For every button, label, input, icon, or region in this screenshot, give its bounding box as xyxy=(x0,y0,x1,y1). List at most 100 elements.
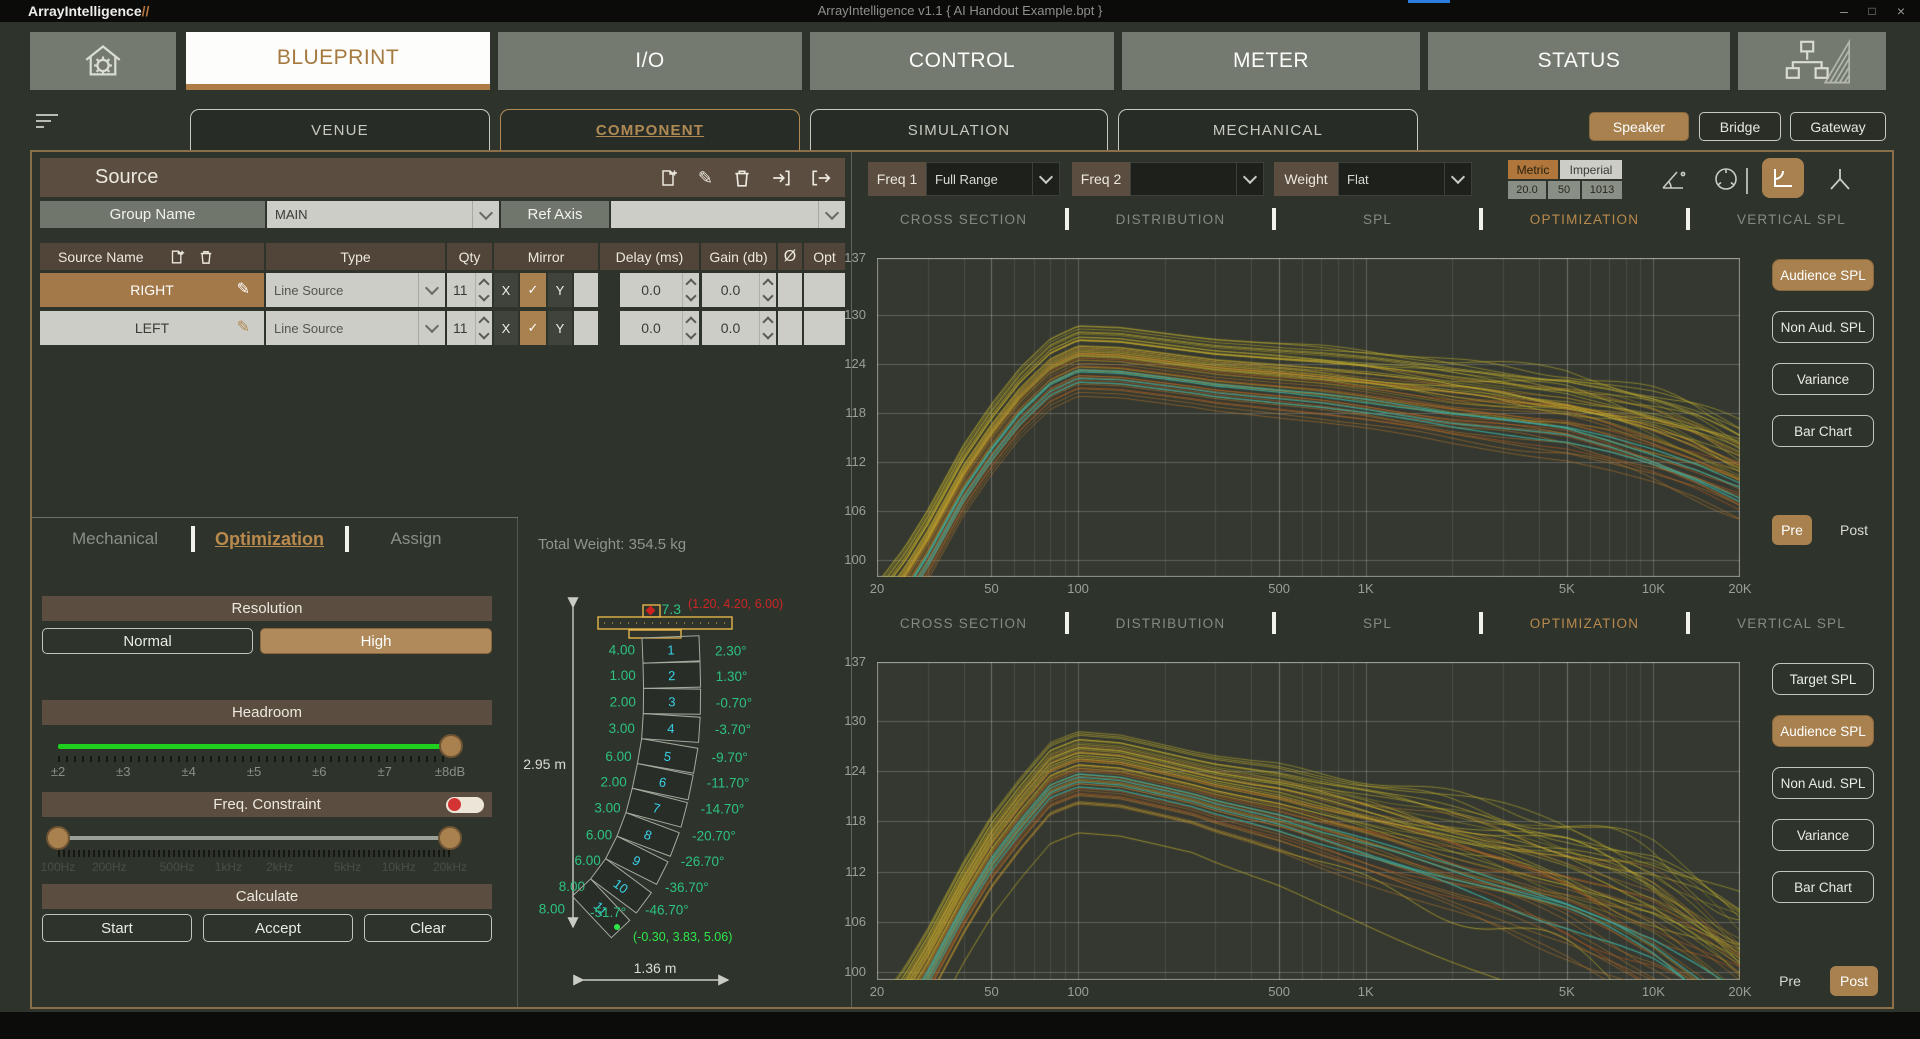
post-button[interactable]: Post xyxy=(1830,966,1878,996)
delay-field[interactable]: 0.0 xyxy=(620,273,699,307)
pre-button[interactable]: Pre xyxy=(1772,515,1812,545)
chart-tab-vertical-spl[interactable]: VERTICAL SPL xyxy=(1690,212,1893,227)
spl-chart-post[interactable] xyxy=(877,662,1740,980)
chart-tab-optimization[interactable]: OPTIMIZATION xyxy=(1483,212,1686,227)
subtab-mechanical[interactable]: MECHANICAL xyxy=(1118,109,1418,150)
export-icon[interactable] xyxy=(771,168,791,188)
tab-mechanical[interactable]: Mechanical xyxy=(50,524,180,554)
chart-tab-distribution[interactable]: DISTRIBUTION xyxy=(1069,616,1272,631)
imperial-button[interactable]: Imperial xyxy=(1560,160,1622,179)
mirror-y-checkbox[interactable] xyxy=(574,273,598,307)
protractor-icon[interactable] xyxy=(1657,164,1691,194)
headroom-slider-track[interactable] xyxy=(58,744,450,749)
humidity-value[interactable]: 50 xyxy=(1548,181,1580,199)
minimize-button[interactable]: – xyxy=(1832,0,1856,22)
ref-axis-dropdown[interactable] xyxy=(611,201,845,228)
chart-tab-spl[interactable]: SPL xyxy=(1276,616,1479,631)
gauge-icon[interactable] xyxy=(1709,164,1743,194)
phase-cell[interactable] xyxy=(778,311,802,345)
import-icon[interactable] xyxy=(811,168,831,188)
trash-icon[interactable] xyxy=(733,168,751,188)
freq-range-handle-high[interactable] xyxy=(438,826,462,850)
clear-button[interactable]: Clear xyxy=(364,914,492,942)
non-aud-spl-button[interactable]: Non Aud. SPL xyxy=(1772,311,1874,343)
type-dropdown[interactable]: Line Source xyxy=(266,311,445,345)
maximize-button[interactable]: □ xyxy=(1860,0,1884,22)
variance-button[interactable]: Variance xyxy=(1772,363,1874,395)
freq1-dropdown[interactable]: Full Range xyxy=(926,162,1060,196)
audience-spl-button[interactable]: Audience SPL xyxy=(1772,259,1874,291)
post-button[interactable]: Post xyxy=(1830,515,1878,545)
chart-tab-cross-section[interactable]: CROSS SECTION xyxy=(862,212,1065,227)
subtab-simulation[interactable]: SIMULATION xyxy=(810,109,1108,150)
table-row-source-name[interactable]: RIGHT ✎ xyxy=(40,273,264,307)
pressure-value[interactable]: 1013 xyxy=(1582,181,1622,199)
gain-field[interactable]: 0.0 xyxy=(702,311,776,345)
freq-range-track[interactable] xyxy=(58,836,450,840)
freq-constraint-toggle[interactable] xyxy=(446,797,484,813)
gateway-button[interactable]: Gateway xyxy=(1790,112,1886,141)
stepper-arrows[interactable] xyxy=(475,273,492,307)
speaker-button[interactable]: Speaker xyxy=(1589,112,1689,141)
stepper-arrows[interactable] xyxy=(759,311,776,345)
delay-field[interactable]: 0.0 xyxy=(620,311,699,345)
mirror-x-checkbox[interactable]: ✓ xyxy=(520,311,546,345)
bar-chart-button[interactable]: Bar Chart xyxy=(1772,415,1874,447)
tab-meter[interactable]: METER xyxy=(1122,32,1420,90)
stepper-arrows[interactable] xyxy=(682,273,699,307)
type-dropdown[interactable]: Line Source xyxy=(266,273,445,307)
tab-status[interactable]: STATUS xyxy=(1428,32,1730,90)
qty-stepper[interactable]: 11 xyxy=(447,273,492,307)
mirror-x-checkbox[interactable]: ✓ xyxy=(520,273,546,307)
start-button[interactable]: Start xyxy=(42,914,192,942)
trash-icon[interactable] xyxy=(199,249,213,265)
subtab-component[interactable]: COMPONENT xyxy=(500,109,800,150)
pre-button[interactable]: Pre xyxy=(1768,966,1812,996)
stepper-arrows[interactable] xyxy=(475,311,492,345)
home-settings-button[interactable] xyxy=(30,32,176,90)
stepper-arrows[interactable] xyxy=(759,273,776,307)
chart-tab-optimization[interactable]: OPTIMIZATION xyxy=(1483,616,1686,631)
tab-optimization[interactable]: Optimization xyxy=(202,524,337,554)
chart-tab-distribution[interactable]: DISTRIBUTION xyxy=(1069,212,1272,227)
gain-field[interactable]: 0.0 xyxy=(702,273,776,307)
accept-button[interactable]: Accept xyxy=(203,914,353,942)
pencil-icon[interactable]: ✎ xyxy=(237,320,250,336)
freq-range-handle-low[interactable] xyxy=(46,826,70,850)
resolution-normal-button[interactable]: Normal xyxy=(42,628,253,654)
metric-button[interactable]: Metric xyxy=(1508,160,1558,179)
stepper-arrows[interactable] xyxy=(682,311,699,345)
tab-control[interactable]: CONTROL xyxy=(810,32,1114,90)
table-row-source-name[interactable]: LEFT ✎ xyxy=(40,311,264,345)
file-plus-icon[interactable] xyxy=(170,249,185,265)
group-name-dropdown[interactable]: MAIN xyxy=(267,201,499,228)
bridge-button[interactable]: Bridge xyxy=(1699,112,1781,141)
tab-blueprint[interactable]: BLUEPRINT xyxy=(186,32,490,90)
tripod-icon[interactable] xyxy=(1822,164,1858,194)
network-button[interactable] xyxy=(1738,32,1886,90)
mirror-y-checkbox[interactable] xyxy=(574,311,598,345)
chart-tab-cross-section[interactable]: CROSS SECTION xyxy=(862,616,1065,631)
axis-corner-icon[interactable] xyxy=(1762,158,1804,198)
audience-spl-button[interactable]: Audience SPL xyxy=(1772,715,1874,747)
bar-chart-button[interactable]: Bar Chart xyxy=(1772,871,1874,903)
phase-cell[interactable] xyxy=(778,273,802,307)
variance-button[interactable]: Variance xyxy=(1772,819,1874,851)
tab-io[interactable]: I/O xyxy=(498,32,802,90)
weight-dropdown[interactable]: Flat xyxy=(1338,162,1472,196)
qty-stepper[interactable]: 11 xyxy=(447,311,492,345)
tab-assign[interactable]: Assign xyxy=(356,524,476,554)
subtab-venue[interactable]: VENUE xyxy=(190,109,490,150)
file-plus-icon[interactable] xyxy=(660,168,678,188)
pencil-icon[interactable]: ✎ xyxy=(698,169,713,187)
pencil-icon[interactable]: ✎ xyxy=(237,282,250,298)
headroom-slider-handle[interactable] xyxy=(439,734,463,758)
chart-tab-spl[interactable]: SPL xyxy=(1276,212,1479,227)
close-button[interactable]: × xyxy=(1888,0,1914,22)
target-spl-button[interactable]: Target SPL xyxy=(1772,663,1874,695)
chart-tab-vertical-spl[interactable]: VERTICAL SPL xyxy=(1690,616,1893,631)
freq2-dropdown[interactable] xyxy=(1130,162,1264,196)
spl-chart-pre[interactable] xyxy=(877,258,1740,577)
non-aud-spl-button[interactable]: Non Aud. SPL xyxy=(1772,767,1874,799)
hamburger-icon[interactable] xyxy=(36,114,60,128)
